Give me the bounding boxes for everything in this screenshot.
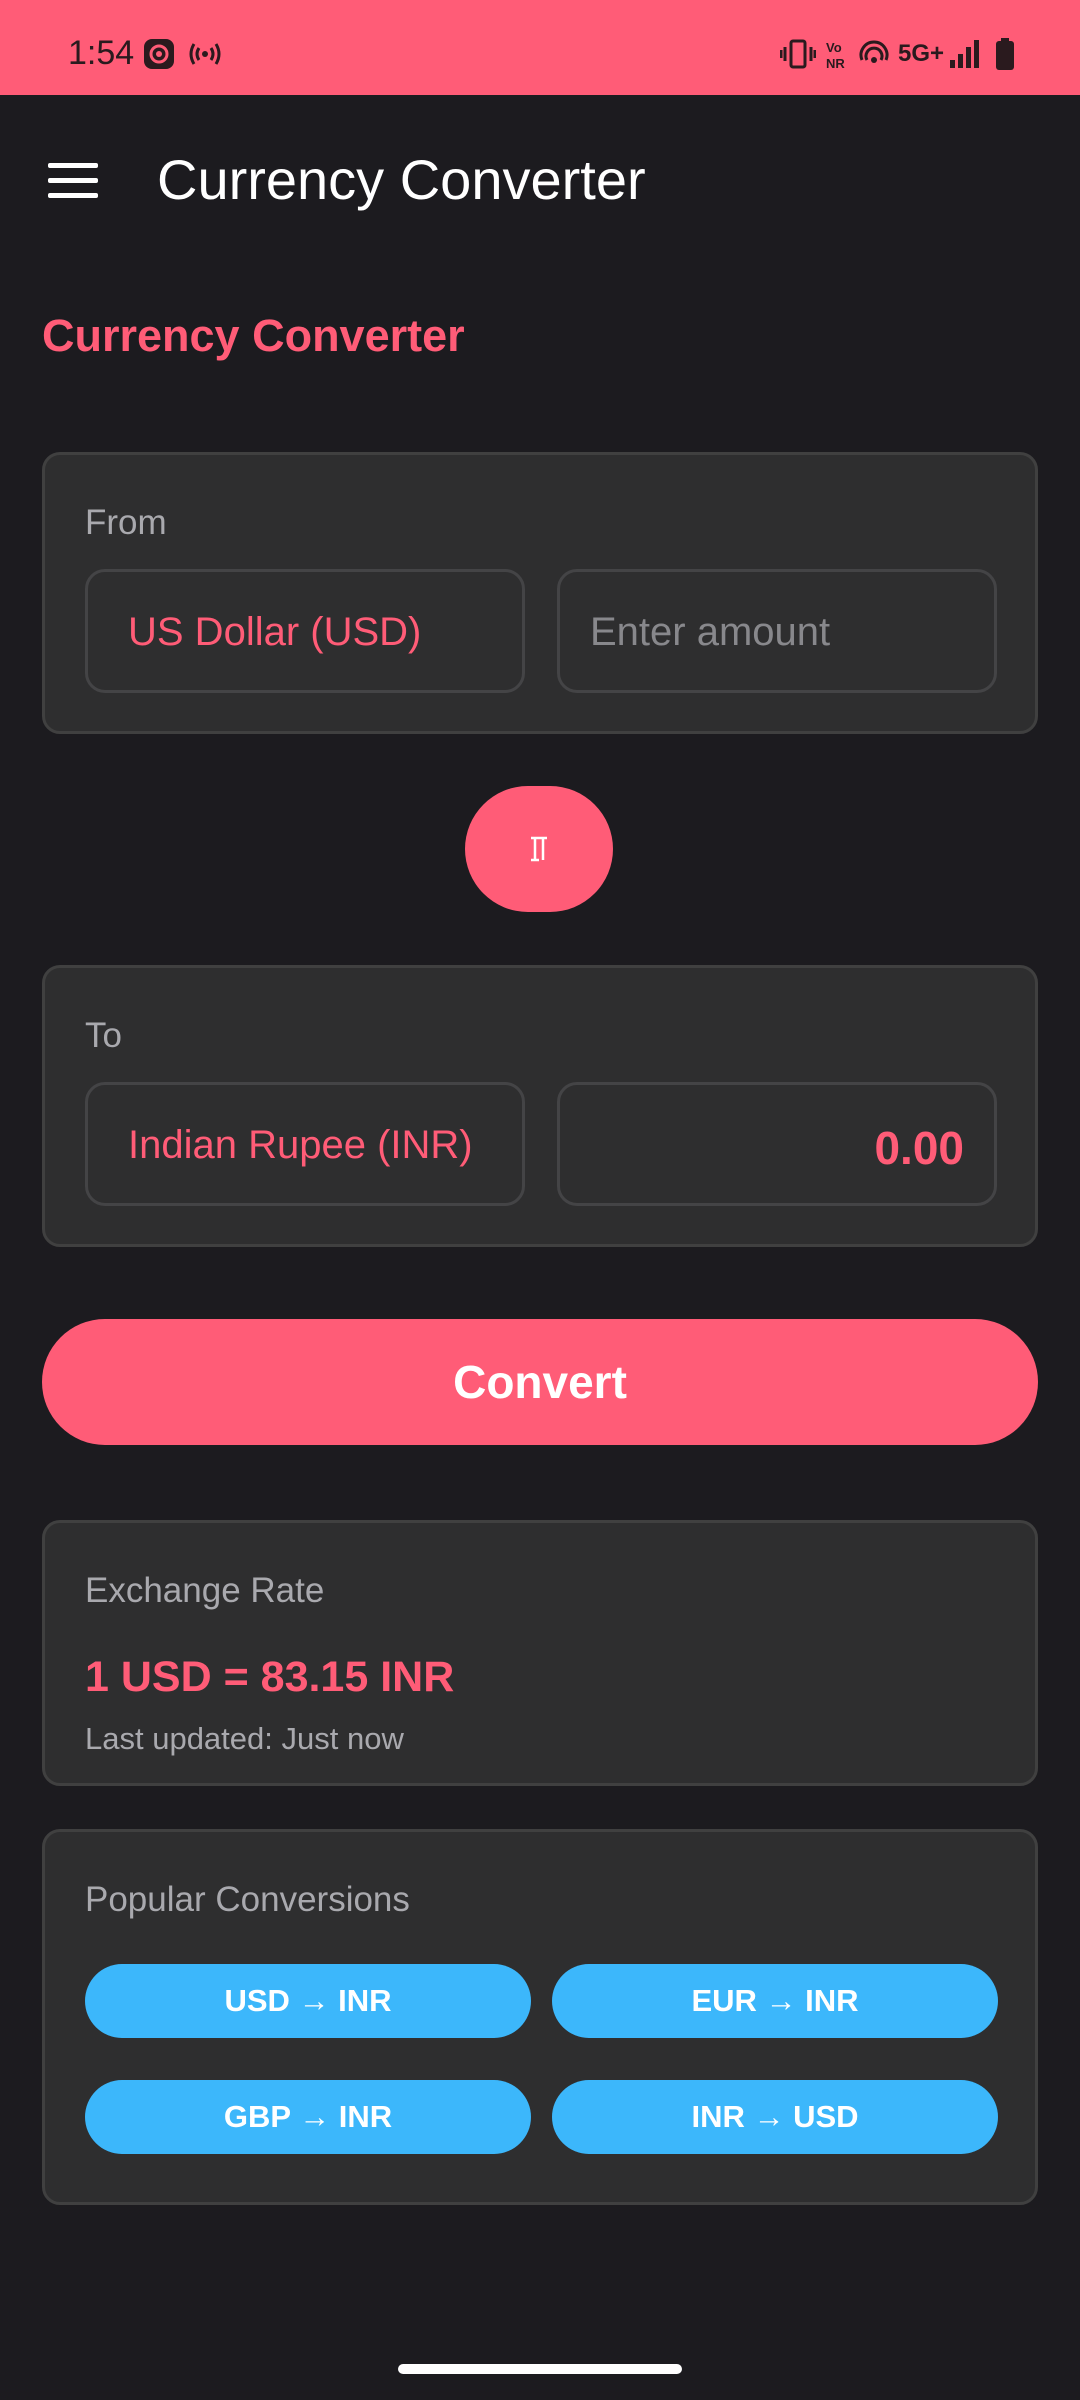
- from-card: From US Dollar (USD) Enter amount: [42, 452, 1038, 734]
- popular-inr-usd-button[interactable]: INR → USD: [552, 2080, 998, 2154]
- signal-icon: [950, 40, 979, 68]
- to-currency-value: Indian Rupee (INR): [128, 1123, 473, 1167]
- to-label: To: [85, 1016, 122, 1055]
- popular-conversions-label: Popular Conversions: [85, 1880, 410, 1919]
- from-currency-select[interactable]: US Dollar (USD): [85, 569, 525, 693]
- app-title: Currency Converter: [157, 148, 646, 211]
- status-time: 1:54: [68, 34, 135, 72]
- to-card: To Indian Rupee (INR) 0.00: [42, 965, 1038, 1247]
- from-currency-value: US Dollar (USD): [128, 610, 422, 654]
- from-label: From: [85, 503, 167, 542]
- hamburger-menu-icon[interactable]: [48, 163, 98, 199]
- amount-input[interactable]: Enter amount: [557, 569, 997, 693]
- result-value: 0.00: [874, 1122, 964, 1174]
- volte-icon: Vo NR: [826, 40, 845, 70]
- vibrate-icon: [780, 39, 816, 69]
- exchange-rate-value: 1 USD = 83.15 INR: [85, 1653, 455, 1701]
- convert-button[interactable]: Convert: [42, 1319, 1038, 1445]
- amount-placeholder: Enter amount: [590, 610, 831, 654]
- popular-conversions-card: Popular Conversions USD → INR EUR → INR …: [42, 1829, 1038, 2205]
- network-type: 5G+: [898, 40, 945, 67]
- last-updated-text: Last updated: Just now: [85, 1721, 404, 1756]
- battery-icon: [996, 38, 1014, 70]
- result-field: 0.00: [557, 1082, 997, 1206]
- svg-text:NR: NR: [826, 56, 845, 70]
- hotspot-icon: [189, 43, 221, 65]
- wifi-calling-icon: [859, 40, 889, 63]
- camera-icon: [144, 39, 174, 69]
- popular-eur-inr-button[interactable]: EUR → INR: [552, 1964, 998, 2038]
- swap-vertical-icon: [531, 836, 547, 862]
- exchange-rate-card: Exchange Rate 1 USD = 83.15 INR Last upd…: [42, 1520, 1038, 1786]
- home-indicator[interactable]: [398, 2364, 682, 2374]
- app-bar: Currency Converter: [0, 95, 1080, 265]
- svg-text:Vo: Vo: [826, 40, 842, 55]
- page-heading: Currency Converter: [42, 310, 465, 361]
- popular-gbp-inr-button[interactable]: GBP → INR: [85, 2080, 531, 2154]
- to-currency-select[interactable]: Indian Rupee (INR): [85, 1082, 525, 1206]
- exchange-rate-label: Exchange Rate: [85, 1571, 325, 1610]
- popular-usd-inr-button[interactable]: USD → INR: [85, 1964, 531, 2038]
- swap-button[interactable]: [465, 786, 613, 912]
- status-bar: 1:54 Vo NR 5G+: [0, 0, 1080, 95]
